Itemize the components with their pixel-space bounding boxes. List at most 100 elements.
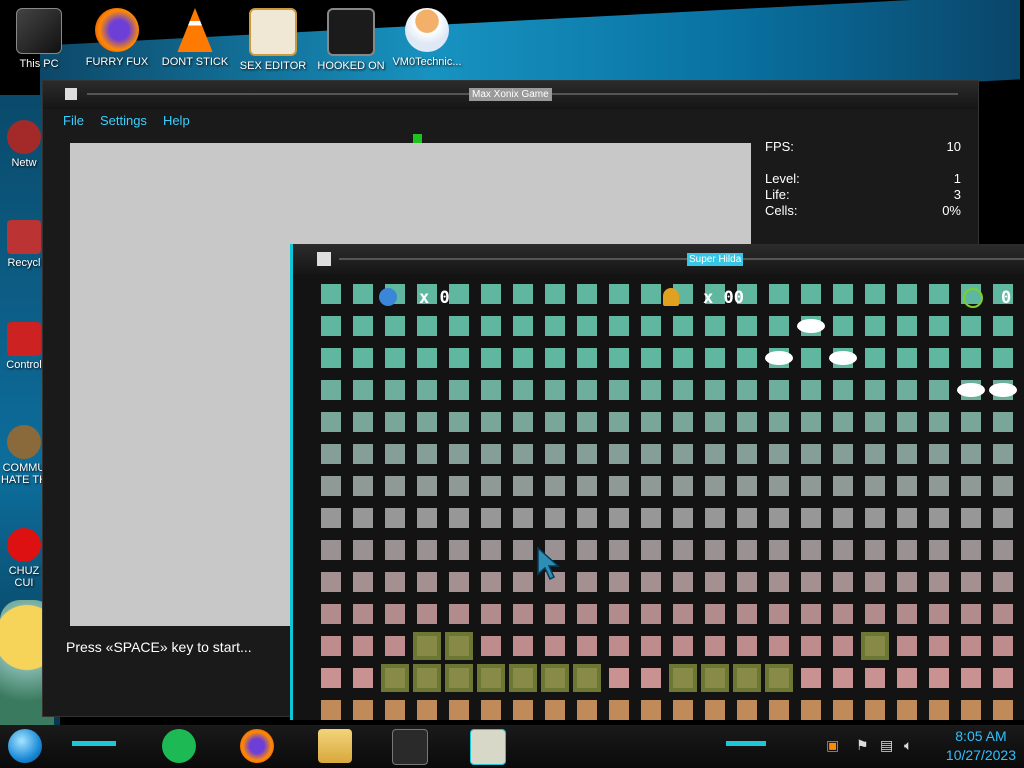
stat-cells: Cells: 0% <box>765 203 961 219</box>
ground-tile <box>765 664 793 692</box>
money-bag-icon <box>7 425 41 459</box>
game-tile <box>801 540 821 560</box>
desktop-icon-label: CHUZ CUI <box>8 565 40 589</box>
game-tile <box>577 540 597 560</box>
game-tile <box>577 284 597 304</box>
file-explorer-icon[interactable] <box>318 729 352 763</box>
game-tile <box>577 572 597 592</box>
game-tile <box>897 604 917 624</box>
game-tile <box>609 700 629 720</box>
game-tile <box>385 380 405 400</box>
hilda-window-icon <box>317 252 331 266</box>
desktop-icon-firefox[interactable]: FURRY FUX <box>78 8 156 68</box>
hilda-titlebar[interactable]: Super Hilda <box>293 244 1024 274</box>
game-tile <box>385 636 405 656</box>
game-tile <box>897 572 917 592</box>
game-tile <box>737 476 757 496</box>
game-tile <box>897 508 917 528</box>
tray-app-icon[interactable]: ▣ <box>826 737 839 754</box>
desktop-icon-xd[interactable]: SEX EDITOR <box>234 8 312 72</box>
game-tile <box>577 636 597 656</box>
stat-level: Level: 1 <box>765 171 961 187</box>
spotify-icon[interactable] <box>162 729 196 763</box>
game-tile <box>481 636 501 656</box>
game-tile <box>641 316 661 336</box>
desktop-icon-xonix[interactable]: HOOKED ON XONIX <box>312 8 390 72</box>
game-tile <box>929 444 949 464</box>
game-tile <box>417 508 437 528</box>
menu-settings[interactable]: Settings <box>100 113 147 131</box>
ground-tile <box>381 664 409 692</box>
game-tile <box>705 476 725 496</box>
network-tray-icon[interactable]: ▤ <box>880 737 893 754</box>
game-tile <box>865 476 885 496</box>
game-tile <box>449 476 469 496</box>
game-tile <box>609 284 629 304</box>
xonix-taskbar-icon[interactable] <box>392 729 428 765</box>
game-tile <box>929 508 949 528</box>
game-tile <box>609 444 629 464</box>
game-tile <box>577 700 597 720</box>
taskbar-decoration <box>726 741 766 746</box>
game-tile <box>353 444 373 464</box>
game-tile <box>321 636 341 656</box>
game-tile <box>353 636 373 656</box>
clock-icon <box>963 288 983 313</box>
game-tile <box>993 412 1013 432</box>
game-tile <box>353 604 373 624</box>
game-tile <box>321 316 341 336</box>
ground-tile <box>861 632 889 660</box>
game-tile <box>385 572 405 592</box>
desktop-icon-recycle[interactable]: Recycl <box>0 220 48 269</box>
desktop-icon-this-pc[interactable]: This PC <box>0 8 78 70</box>
desktop-icon-commu[interactable]: COMMU HATE TH <box>0 425 48 486</box>
game-tile <box>385 412 405 432</box>
game-tile <box>769 412 789 432</box>
game-tile <box>929 284 949 304</box>
game-tile <box>673 444 693 464</box>
game-tile <box>833 700 853 720</box>
desktop-icon-vm0[interactable]: VM0Technic... <box>388 8 466 68</box>
game-tile <box>385 476 405 496</box>
hilda-taskbar-icon[interactable] <box>470 729 506 765</box>
game-tile <box>449 444 469 464</box>
game-tile <box>481 348 501 368</box>
desktop-icon-vlc[interactable]: DONT STICK THIS IN YO... <box>156 8 234 68</box>
game-tile <box>673 316 693 336</box>
game-tile <box>897 444 917 464</box>
game-tile <box>865 348 885 368</box>
game-tile <box>545 316 565 336</box>
game-tile <box>961 604 981 624</box>
game-tile <box>865 700 885 720</box>
game-tile <box>545 604 565 624</box>
desktop-icon-control[interactable]: Control <box>0 322 48 371</box>
menu-help[interactable]: Help <box>163 113 190 131</box>
game-tile <box>961 572 981 592</box>
desktop-icon-label: COMMU HATE TH <box>0 462 48 486</box>
taskbar-decoration <box>72 741 116 746</box>
desktop-icon-chuz[interactable]: CHUZ CUI <box>0 528 48 589</box>
xonix-titlebar[interactable]: Max Xonix Game <box>43 81 978 109</box>
desktop-icon-label: FURRY FUX <box>85 56 149 68</box>
flag-icon[interactable]: ⚑ <box>856 737 869 754</box>
game-canvas[interactable] <box>311 274 1024 720</box>
game-tile <box>801 476 821 496</box>
game-tile <box>929 380 949 400</box>
desktop-icon-network[interactable]: Netw <box>0 120 48 169</box>
game-tile <box>833 284 853 304</box>
start-button[interactable] <box>8 729 42 763</box>
system-clock[interactable]: 8:05 AM 10/27/2023 <box>946 727 1016 765</box>
game-tile <box>769 444 789 464</box>
game-tile <box>385 508 405 528</box>
game-tile <box>737 412 757 432</box>
xonix-window-icon <box>65 88 77 100</box>
volume-icon[interactable]: 🔈︎ <box>904 737 912 754</box>
menu-file[interactable]: File <box>63 113 84 131</box>
desktop-icon-label: DONT STICK THIS IN YO... <box>161 56 229 68</box>
game-tile <box>833 668 853 688</box>
game-tile <box>353 476 373 496</box>
ground-tile <box>413 632 441 660</box>
game-tile <box>449 412 469 432</box>
firefox-taskbar-icon[interactable] <box>240 729 274 763</box>
stat-label: Level: <box>765 171 800 186</box>
